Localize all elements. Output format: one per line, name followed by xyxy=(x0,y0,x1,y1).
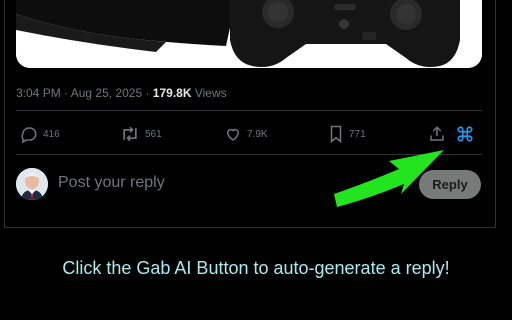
views-count: 179.8K xyxy=(152,86,192,100)
like-button[interactable]: 7.9K xyxy=(224,120,268,148)
post-actions-bar: 416 561 7.9K 771 xyxy=(16,120,482,148)
divider xyxy=(16,154,482,155)
post-timestamp-views: 3:04 PM · Aug 25, 2025 · 179.8K Views xyxy=(16,86,227,100)
heart-icon xyxy=(224,125,242,143)
meta-separator: · xyxy=(60,86,71,100)
repost-count: 561 xyxy=(145,128,162,140)
bookmark-button[interactable]: 771 xyxy=(328,120,366,148)
post-time[interactable]: 3:04 PM xyxy=(16,86,61,100)
bookmark-count: 771 xyxy=(349,128,366,140)
bookmark-icon xyxy=(328,125,344,143)
console-controller-image xyxy=(16,0,482,68)
annotation-caption: Click the Gab AI Button to auto-generate… xyxy=(62,258,450,278)
reply-input[interactable] xyxy=(58,174,358,192)
command-key-icon xyxy=(456,125,474,143)
views-label: Views xyxy=(191,86,227,100)
reply-button[interactable]: 416 xyxy=(20,120,60,148)
meta-separator: · xyxy=(142,86,153,100)
divider xyxy=(16,110,482,111)
reply-count: 416 xyxy=(43,128,60,140)
like-count: 7.9K xyxy=(247,128,268,140)
avatar[interactable] xyxy=(16,168,48,200)
share-icon xyxy=(428,125,446,143)
post-date[interactable]: Aug 25, 2025 xyxy=(71,86,142,100)
gab-ai-button[interactable] xyxy=(456,120,474,148)
reply-submit-button[interactable]: Reply xyxy=(419,170,481,199)
repost-icon xyxy=(120,125,140,143)
reply-composer: Reply xyxy=(16,166,482,206)
repost-button[interactable]: 561 xyxy=(120,120,162,148)
reply-icon xyxy=(20,125,38,143)
post-media-image[interactable] xyxy=(16,0,482,68)
share-button[interactable] xyxy=(428,120,446,148)
